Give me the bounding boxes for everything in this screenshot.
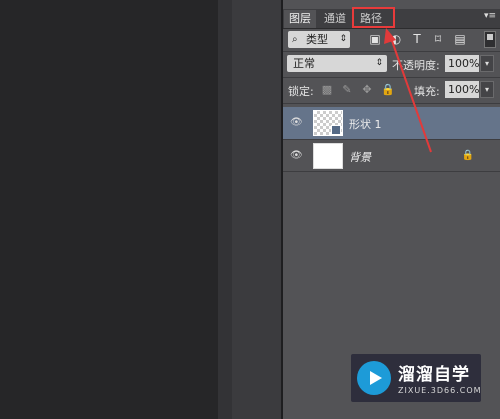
collapsed-panel-strip (232, 0, 282, 419)
blend-mode-value: 正常 (293, 57, 315, 70)
divider (283, 51, 500, 52)
paths-tab-highlight-box (352, 7, 395, 28)
fill-input[interactable]: 100% (445, 81, 479, 98)
eye-visibility-icon[interactable]: 👁 (290, 150, 303, 162)
lock-icon: 🔒 (461, 150, 474, 161)
lock-transparency-icon[interactable]: ▩ (321, 84, 333, 96)
search-icon: ⌕ (292, 34, 298, 45)
panel-menu-icon[interactable]: ▾≡ (484, 11, 496, 21)
chevron-down-icon: ▾ (484, 59, 489, 68)
chevron-down-icon: ▾ (484, 85, 489, 94)
adjustment-filter-icon[interactable]: ◐ (390, 33, 402, 45)
opacity-input[interactable]: 100% (445, 55, 479, 72)
fill-dropdown-button[interactable]: ▾ (480, 81, 494, 98)
layer-name: 形状 1 (349, 118, 382, 131)
divider (283, 77, 500, 78)
blend-mode-select[interactable]: 正常 ⇕ (287, 55, 387, 72)
eye-visibility-icon[interactable]: 👁 (290, 117, 303, 129)
lock-all-icon[interactable]: 🔒 (381, 84, 395, 96)
watermark-title: 溜溜自学 (398, 365, 470, 385)
layer-name: 背景 (349, 151, 371, 164)
divider (283, 171, 500, 172)
opacity-dropdown-button[interactable]: ▾ (480, 55, 494, 72)
smart-object-filter-icon[interactable]: ▤ (454, 33, 466, 45)
canvas-scrollbar[interactable] (218, 0, 232, 419)
image-filter-icon[interactable]: ▣ (369, 33, 381, 45)
layer-row-shape[interactable]: 👁 形状 1 (283, 107, 500, 139)
type-filter-icon[interactable]: T (411, 33, 423, 45)
tab-channels-label: 通道 (324, 12, 346, 25)
watermark-subtitle: ZIXUE.3D66.COM (398, 386, 482, 395)
watermark-logo: 溜溜自学 ZIXUE.3D66.COM (351, 354, 481, 402)
shape-filter-icon[interactable]: ⌑ (432, 33, 444, 45)
shape-layer-badge-icon (331, 125, 341, 135)
tab-layers-label: 图层 (289, 12, 311, 25)
layer-kind-filter[interactable]: ⌕ 类型 ⇕ (288, 31, 350, 48)
divider (283, 103, 500, 104)
tab-layers[interactable]: 图层 (284, 10, 316, 28)
lock-image-brush-icon[interactable]: ✎ (341, 84, 353, 96)
document-canvas (0, 0, 218, 419)
kind-filter-label: 类型 (306, 33, 328, 46)
filter-toggle-switch[interactable] (484, 31, 496, 48)
opacity-label: 不透明度: (392, 59, 440, 72)
lock-label: 锁定: (288, 85, 314, 98)
lock-position-move-icon[interactable]: ✥ (361, 84, 373, 96)
dropdown-arrows-icon: ⇕ (339, 34, 347, 44)
layer-row-background[interactable]: 👁 背景 🔒 (283, 140, 500, 172)
dropdown-arrows-icon: ⇕ (375, 58, 383, 68)
layer-thumbnail (313, 143, 343, 169)
tab-channels[interactable]: 通道 (319, 10, 351, 28)
fill-label: 填充: (414, 85, 440, 98)
play-icon (357, 361, 391, 395)
